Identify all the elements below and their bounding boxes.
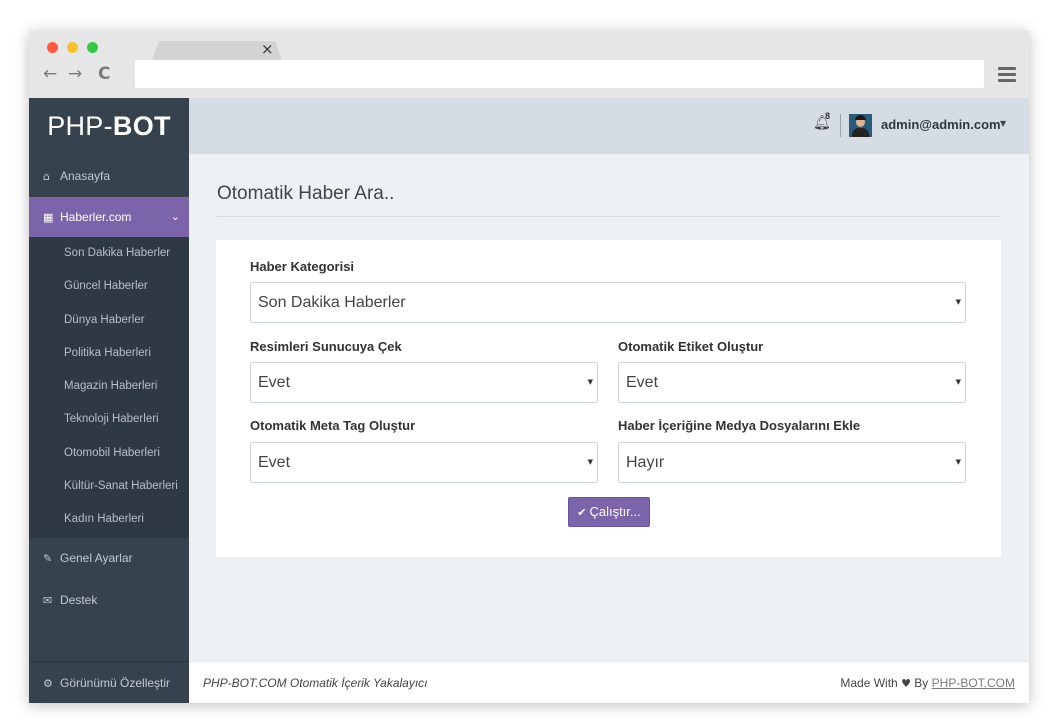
footer: PHP-BOT.COM Otomatik İçerik Yakalayıcı M… — [189, 661, 1029, 703]
tags-select[interactable]: Evet ▼ — [618, 362, 966, 403]
submenu-item[interactable]: Güncel Haberler — [29, 270, 189, 303]
media-select[interactable]: Hayır ▼ — [618, 442, 966, 483]
title-divider — [217, 216, 1000, 217]
form-card: Haber Kategorisi Son Dakika Haberler ▼ Re… — [216, 240, 1001, 557]
sidebar-item-label: Genel Ayarlar — [60, 551, 133, 565]
submenu-item[interactable]: Magazin Haberleri — [29, 370, 189, 403]
customize-button[interactable]: ⚙ Görünümü Özelleştir — [29, 661, 189, 703]
back-icon[interactable]: ← — [43, 64, 57, 84]
submenu-item[interactable]: Son Dakika Haberler — [29, 237, 189, 270]
user-menu[interactable]: admin@admin.com — [881, 117, 1001, 132]
heart-icon: ♥ — [901, 677, 911, 690]
category-label: Haber Kategorisi — [250, 259, 355, 274]
caret-down-icon[interactable]: ▼ — [1000, 119, 1006, 128]
submenu-item[interactable]: Teknoloji Haberleri — [29, 403, 189, 436]
submenu-item[interactable]: Politika Haberleri — [29, 337, 189, 370]
page-title: Otomatik Haber Ara.. — [217, 183, 395, 204]
submenu-item[interactable]: Dünya Haberler — [29, 304, 189, 337]
tab-close-icon[interactable]: × — [261, 39, 274, 59]
topbar: 🔔︎ 8 admin@admin.com ▼ — [189, 98, 1029, 154]
category-select[interactable]: Son Dakika Haberler ▼ — [250, 282, 966, 323]
avatar[interactable] — [849, 114, 872, 137]
reload-icon[interactable]: C — [98, 64, 110, 84]
sidebar-item-settings[interactable]: ✎ Genel Ayarlar — [29, 538, 189, 578]
select-arrow-icon: ▼ — [587, 458, 593, 466]
gear-icon: ⚙ — [43, 677, 53, 690]
brand-logo[interactable]: PHP-BOT — [29, 98, 189, 154]
app: PHP-BOT ⌂ Anasayfa ▦ Haberler.com ⌄ Son Da… — [29, 98, 1029, 703]
run-button[interactable]: ✔ Çalıştır... — [568, 497, 650, 527]
footer-text: PHP-BOT.COM Otomatik İçerik Yakalayıcı — [203, 676, 428, 690]
sidebar-item-label: Destek — [60, 593, 98, 607]
check-icon: ✔ — [577, 506, 587, 519]
browser-chrome: × ← → C — [29, 31, 1029, 98]
envelope-icon: ✉ — [43, 594, 53, 607]
images-label: Resimleri Sunucuya Çek — [250, 339, 402, 354]
main-content: Otomatik Haber Ara.. Haber Kategorisi So… — [189, 154, 1029, 661]
maximize-window-button[interactable] — [87, 42, 98, 53]
images-select[interactable]: Evet ▼ — [250, 362, 598, 403]
browser-menu-icon[interactable] — [998, 67, 1016, 85]
sidebar-item-label: Anasayfa — [60, 169, 111, 183]
tags-label: Otomatik Etiket Oluştur — [618, 339, 764, 354]
submenu-item[interactable]: Kadın Haberleri — [29, 503, 189, 536]
close-window-button[interactable] — [47, 42, 58, 53]
minimize-window-button[interactable] — [67, 42, 78, 53]
footer-credit: Made With ♥ By PHP-BOT.COM — [840, 676, 1015, 690]
submenu-item[interactable]: Kültür-Sanat Haberleri — [29, 470, 189, 503]
select-arrow-icon: ▼ — [955, 378, 961, 386]
submenu-item[interactable]: Otomobil Haberleri — [29, 437, 189, 470]
sidebar-item-support[interactable]: ✉ Destek — [29, 580, 189, 620]
sidebar: PHP-BOT ⌂ Anasayfa ▦ Haberler.com ⌄ Son Da… — [29, 98, 189, 703]
sidebar-item-label: Haberler.com — [60, 210, 132, 224]
browser-window: × ← → C PHP-BOT ⌂ Anasayfa ▦ Haberler.com … — [29, 31, 1029, 703]
chevron-down-icon: ⌄ — [170, 210, 180, 223]
notification-count: 8 — [825, 111, 831, 121]
media-label: Haber İçeriğine Medya Dosyalarını Ekle — [618, 418, 861, 433]
sidebar-item-haberler[interactable]: ▦ Haberler.com ⌄ — [29, 197, 189, 237]
wrench-icon: ✎ — [43, 552, 53, 565]
grid-icon: ▦ — [43, 211, 54, 224]
customize-label: Görünümü Özelleştir — [60, 676, 171, 690]
topbar-divider — [840, 114, 841, 137]
meta-label: Otomatik Meta Tag Oluştur — [250, 418, 416, 433]
sidebar-item-home[interactable]: ⌂ Anasayfa — [29, 156, 189, 196]
select-arrow-icon: ▼ — [955, 458, 961, 466]
footer-link[interactable]: PHP-BOT.COM — [932, 676, 1015, 690]
meta-select[interactable]: Evet ▼ — [250, 442, 598, 483]
submenu: Son Dakika Haberler Güncel Haberler Düny… — [29, 237, 189, 538]
forward-icon[interactable]: → — [68, 64, 82, 84]
home-icon: ⌂ — [43, 170, 50, 183]
select-arrow-icon: ▼ — [587, 378, 593, 386]
select-arrow-icon: ▼ — [955, 298, 961, 306]
address-bar[interactable] — [135, 60, 984, 88]
